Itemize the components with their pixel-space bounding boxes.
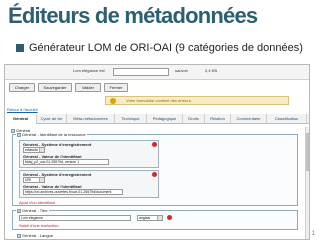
- load-button[interactable]: Charger: [9, 83, 35, 92]
- bullet-point: Générateur LOM de ORI-OAI (9 catégories …: [16, 42, 303, 54]
- status-text: sauvoir: [175, 68, 188, 73]
- validate-button[interactable]: Valider: [75, 83, 101, 92]
- tab-relation[interactable]: Relation: [205, 114, 231, 124]
- title-section-title: Général - Titre: [16, 208, 49, 213]
- scrollbar-thumb[interactable]: [306, 133, 309, 171]
- file-size: 2,4 KB: [205, 68, 218, 73]
- identifier-section-title: Général - Identifiant de la ressource: [16, 132, 87, 137]
- warning-icon: [110, 98, 116, 104]
- tab-technical[interactable]: Technique: [115, 114, 147, 124]
- back-to-home-link[interactable]: Retour à l'accueil: [7, 107, 38, 112]
- bullet-square-icon: [16, 44, 24, 52]
- tab-annotation[interactable]: Commentaire: [231, 114, 267, 124]
- error-banner-text: Votre formulaire contient des erreurs.: [126, 98, 192, 103]
- identifier-section: Général - Identifiant de la ressource Gé…: [12, 132, 298, 206]
- error-banner: Votre formulaire contient des erreurs.: [105, 96, 289, 105]
- language-label: Lom élégance est: [73, 68, 105, 73]
- title-language-select[interactable]: anglais: [137, 215, 163, 221]
- action-buttons: Charger Sauvegarder Valider Fermer: [5, 82, 309, 94]
- entry-input[interactable]: https://ori.archives-ouvertes.fr/uar-01-…: [23, 189, 123, 195]
- language-section-title: Général - Langue: [16, 233, 55, 238]
- catalog-select[interactable]: URI: [23, 177, 45, 183]
- page-number: 1: [311, 231, 315, 237]
- save-button[interactable]: Sauvegarder: [38, 83, 72, 92]
- top-toolbar: Lom élégance est sauvoir 2,4 KB: [5, 65, 309, 80]
- entry-input[interactable]: fddsj_p2_uar-01.25579d, version 1: [23, 159, 109, 165]
- collapse-icon[interactable]: [11, 128, 15, 133]
- slide-title: Éditeurs de métadonnées: [8, 3, 258, 28]
- delete-icon[interactable]: [152, 142, 157, 147]
- tab-educational[interactable]: Pédagogique: [147, 114, 183, 124]
- file-name-field[interactable]: [113, 68, 169, 76]
- delete-icon[interactable]: [152, 172, 157, 177]
- collapse-icon[interactable]: [17, 132, 21, 137]
- vertical-scrollbar[interactable]: [305, 127, 309, 239]
- editor-screenshot: Lom élégance est sauvoir 2,4 KB Charger …: [4, 64, 310, 240]
- title-input[interactable]: Lom elegance: [19, 215, 131, 221]
- tab-classification[interactable]: Classification: [267, 114, 307, 124]
- close-button[interactable]: Fermer: [104, 83, 128, 92]
- delete-icon[interactable]: [167, 215, 172, 220]
- catalog-select[interactable]: ediacole: [23, 147, 45, 153]
- bullet-text: Générateur LOM de ORI-OAI (9 catégories …: [29, 42, 303, 54]
- collapse-icon[interactable]: [17, 233, 21, 238]
- add-translation-link[interactable]: Saisir d'une traduction: [19, 223, 58, 228]
- add-identifier-link[interactable]: Ajout d'un identifiant: [19, 200, 55, 205]
- category-tabs: Général Cycle de vie Méta-métadonnées Te…: [5, 114, 309, 124]
- identifier-entry-2: Général - Système d'enregistrement URI G…: [19, 170, 159, 198]
- title-section: Général - Titre Lom elegance anglais Sai…: [12, 208, 298, 230]
- form-content: Général Général - Identifiant de la ress…: [8, 128, 306, 239]
- tab-general[interactable]: Général: [5, 114, 37, 124]
- tab-lifecycle[interactable]: Cycle de vie: [37, 114, 67, 124]
- tab-rights[interactable]: Droits: [183, 114, 205, 124]
- collapse-icon[interactable]: [17, 208, 21, 213]
- tab-metametadata[interactable]: Méta-métadonnées: [67, 114, 115, 124]
- slide: Éditeurs de métadonnées Générateur LOM d…: [0, 0, 320, 240]
- identifier-entry-1: Général - Système d'enregistrement ediac…: [19, 140, 159, 168]
